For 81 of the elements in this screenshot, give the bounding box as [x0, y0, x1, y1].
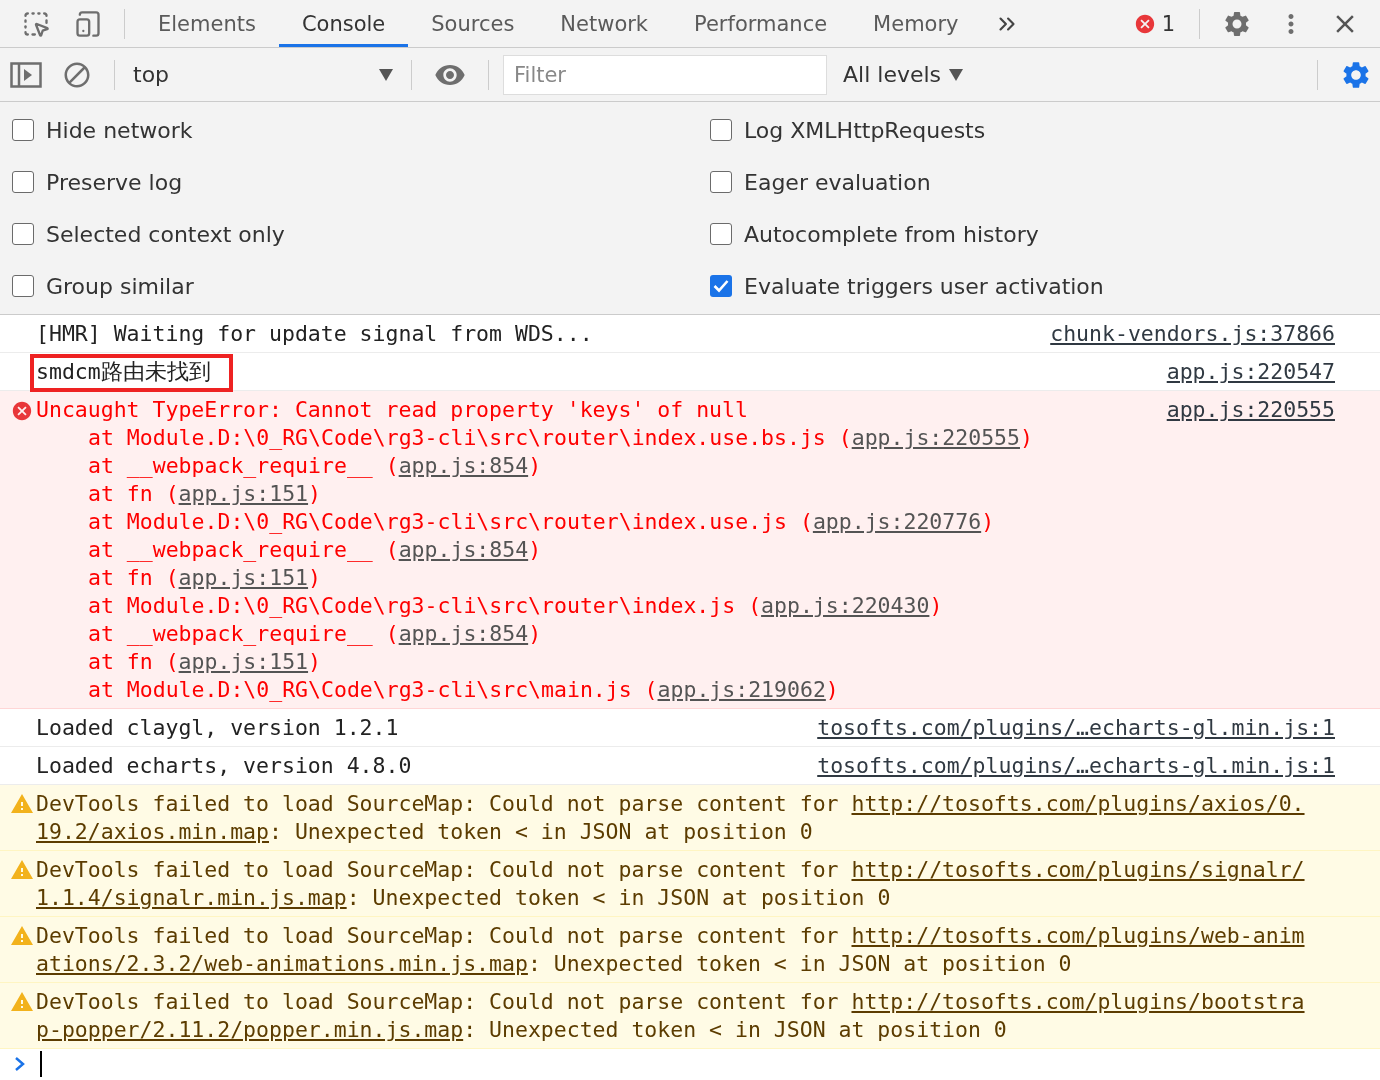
checkbox[interactable]	[12, 275, 34, 297]
stack-frame: at __webpack_require__ (app.js:854)	[36, 620, 1335, 648]
checkbox[interactable]	[710, 275, 732, 297]
checkbox-label: Preserve log	[46, 169, 183, 195]
stack-frame: at fn (app.js:151)	[36, 564, 1335, 592]
warning-text: DevTools failed to load SourceMap: Could not parse content for http://tosofts.com/plugins/axios/0.	[36, 790, 1306, 818]
checkbox-label: Log XMLHttpRequests	[744, 117, 986, 143]
warning-icon	[10, 924, 34, 948]
panel-tab[interactable]: Memory	[850, 0, 982, 47]
prompt-icon	[14, 1056, 26, 1072]
warning-text: DevTools failed to load SourceMap: Could not parse content for http://tosofts.com/plugins/web-anim	[36, 922, 1306, 950]
checkbox[interactable]	[12, 223, 34, 245]
error-icon	[1133, 12, 1156, 35]
message-text: smdcm路由未找到	[30, 354, 233, 392]
checkbox-label: Group similar	[46, 273, 194, 299]
warning-icon	[10, 858, 34, 882]
source-map-link[interactable]: http://tosofts.com/plugins/signalr/	[851, 857, 1305, 882]
panel-tab[interactable]: Performance	[671, 0, 851, 47]
stack-link[interactable]: app.js:854	[398, 621, 529, 646]
source-map-link[interactable]: ations/2.3.2/web-animations.min.js.map	[36, 951, 528, 976]
source-map-link[interactable]: 1.1.4/signalr.min.js.map	[36, 885, 347, 910]
stack-frame: at Module.D:\0_RG\Code\rg3-cli\src\router\index.js (app.js:220430)	[36, 592, 1335, 620]
source-map-link[interactable]: http://tosofts.com/plugins/axios/0.	[851, 791, 1305, 816]
checkbox[interactable]	[12, 171, 34, 193]
stack-link[interactable]: app.js:854	[398, 453, 529, 478]
panel-tab[interactable]: Sources	[408, 0, 538, 47]
source-link[interactable]: app.js:220555	[1166, 396, 1335, 424]
checkbox-label: Selected context only	[46, 221, 285, 247]
warning-text: DevTools failed to load SourceMap: Could not parse content for http://tosofts.com/plugins/bootstra	[36, 988, 1306, 1016]
source-map-link[interactable]: p-popper/2.11.2/popper.min.js.map	[36, 1017, 464, 1042]
checkbox-label: Hide network	[46, 117, 193, 143]
source-link[interactable]: chunk-vendors.js:37866	[1050, 320, 1335, 348]
stack-frame: at __webpack_require__ (app.js:854)	[36, 536, 1335, 564]
source-map-link[interactable]: http://tosofts.com/plugins/bootstra	[851, 989, 1305, 1014]
text-cursor	[40, 1051, 42, 1077]
source-link[interactable]: app.js:220547	[1166, 358, 1335, 386]
warning-icon	[10, 990, 34, 1014]
message-text: Uncaught TypeError: Cannot read property 'keys' of null	[36, 396, 748, 424]
checkbox-label: Evaluate triggers user activation	[744, 273, 1104, 299]
context-selector[interactable]: top	[125, 62, 401, 87]
stack-link[interactable]: app.js:151	[178, 565, 309, 590]
source-link[interactable]: tosofts.com/plugins/…echarts-gl.min.js:1	[817, 714, 1335, 742]
stack-link[interactable]: app.js:219062	[657, 677, 826, 702]
source-link[interactable]: tosofts.com/plugins/…echarts-gl.min.js:1	[817, 752, 1335, 780]
stack-link[interactable]: app.js:220555	[851, 425, 1020, 450]
checkbox-label: Eager evaluation	[744, 169, 931, 195]
filter-field[interactable]: Filter	[503, 54, 827, 95]
stack-frame: at __webpack_require__ (app.js:854)	[36, 452, 1335, 480]
panel-tab[interactable]: Network	[537, 0, 672, 47]
warning-text: ations/2.3.2/web-animations.min.js.map: Unexpected token < in JSON at position 0	[36, 950, 1073, 978]
message-text: Loaded echarts, version 4.8.0	[36, 752, 412, 780]
warning-text: p-popper/2.11.2/popper.min.js.map: Unexpected token < in JSON at position 0	[36, 1016, 1008, 1044]
dropdown-caret-icon	[949, 68, 964, 81]
message-text: Loaded claygl, version 1.2.1	[36, 714, 399, 742]
warning-icon	[10, 792, 34, 816]
stack-link[interactable]: app.js:151	[178, 649, 309, 674]
stack-frame: at Module.D:\0_RG\Code\rg3-cli\src\router\index.use.js (app.js:220776)	[36, 508, 1335, 536]
stack-link[interactable]: app.js:220430	[761, 593, 930, 618]
checkbox[interactable]	[710, 223, 732, 245]
stack-frame: at fn (app.js:151)	[36, 648, 1335, 676]
stack-link[interactable]: app.js:220776	[812, 509, 982, 534]
stack-link[interactable]: app.js:854	[398, 537, 529, 562]
log-levels-dropdown[interactable]: All levels	[843, 62, 964, 87]
stack-frame: at Module.D:\0_RG\Code\rg3-cli\src\router\index.use.bs.js (app.js:220555)	[36, 424, 1335, 452]
checkbox[interactable]	[12, 119, 34, 141]
error-counter[interactable]: 1	[1119, 11, 1189, 36]
checkbox[interactable]	[710, 119, 732, 141]
source-map-link[interactable]: http://tosofts.com/plugins/web-anim	[851, 923, 1305, 948]
stack-link[interactable]: app.js:151	[178, 481, 309, 506]
checkbox-label: Autocomplete from history	[744, 221, 1039, 247]
error-icon	[11, 400, 33, 422]
stack-frame: at fn (app.js:151)	[36, 480, 1335, 508]
source-map-link[interactable]: 19.2/axios.min.map	[36, 819, 269, 844]
warning-text: 1.1.4/signalr.min.js.map: Unexpected token < in JSON at position 0	[36, 884, 892, 912]
warning-text: DevTools failed to load SourceMap: Could not parse content for http://tosofts.com/plugins/signalr/	[36, 856, 1306, 884]
message-text: [HMR] Waiting for update signal from WDS...	[36, 320, 593, 348]
checkbox[interactable]	[710, 171, 732, 193]
dropdown-caret-icon	[379, 68, 393, 81]
stack-frame: at Module.D:\0_RG\Code\rg3-cli\src\main.js (app.js:219062)	[36, 676, 1335, 704]
warning-text: 19.2/axios.min.map: Unexpected token < in JSON at position 0	[36, 818, 814, 846]
panel-tab[interactable]: Elements	[135, 0, 279, 47]
